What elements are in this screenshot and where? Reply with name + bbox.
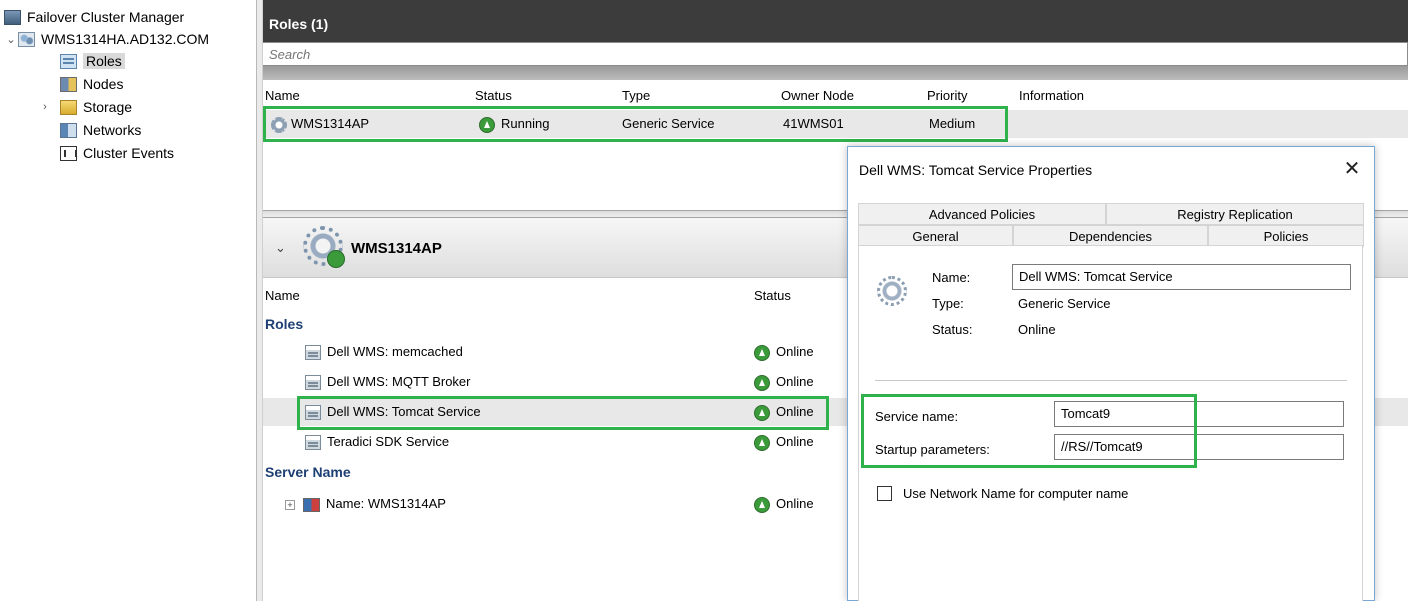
details-title: WMS1314AP [351,240,442,257]
service-gear-icon [877,276,907,306]
column-header-priority[interactable]: Priority [927,88,967,103]
column-header-type[interactable]: Type [622,88,650,103]
tree-item-label: Networks [83,122,142,138]
highlight-box [861,394,1197,468]
chevron-down-icon[interactable]: ⌄ [4,33,18,46]
tree-item-label: Cluster Events [83,145,175,161]
close-icon[interactable]: ✕ [1338,155,1366,183]
tree-item-label: Storage [83,99,133,115]
general-tab-panel: Name: Dell WMS: Tomcat Service Type: Gen… [858,245,1363,601]
online-icon [754,434,770,451]
type-label: Type: [932,296,964,311]
status-badge [327,250,345,268]
type-value: Generic Service [1018,296,1111,311]
separator [875,380,1347,381]
resource-icon [305,345,321,361]
tree-item-label: Nodes [83,76,124,92]
column-header-owner-node[interactable]: Owner Node [781,88,854,103]
network-name-icon [303,497,320,512]
dialog-title: Dell WMS: Tomcat Service Properties [859,162,1093,178]
vertical-splitter[interactable] [256,0,263,601]
column-header-status[interactable]: Status [754,288,791,303]
tab-dependencies[interactable]: Dependencies [1013,225,1208,247]
tree-item-networks[interactable]: Networks [60,119,141,141]
tree-item-cluster-events[interactable]: Cluster Events [60,142,174,164]
online-icon [754,374,770,391]
roles-header: Roles (1) [263,0,1408,42]
search-input[interactable] [263,43,1407,65]
column-header-information[interactable]: Information [1019,88,1084,103]
roles-icon [60,53,77,69]
navigation-tree: Failover Cluster Manager ⌄ WMS1314HA.AD1… [0,0,256,601]
tab-registry-replication[interactable]: Registry Replication [1106,203,1364,225]
tree-cluster-label: WMS1314HA.AD132.COM [41,31,210,47]
tree-item-storage[interactable]: › Storage [38,96,132,118]
resource-icon [305,435,321,451]
roles-table-header: Name Status Type Owner Node Priority Inf… [263,84,1408,106]
column-header-status[interactable]: Status [475,88,512,103]
use-network-name-checkbox[interactable] [877,486,892,501]
resource-icon [305,375,321,391]
status-label: Status: [932,322,973,337]
cluster-icon [18,31,35,47]
tree-item-roles[interactable]: Roles [60,50,125,72]
tree-cluster[interactable]: ⌄ WMS1314HA.AD132.COM [4,28,209,50]
search-bar [263,42,1408,66]
tab-general[interactable]: General [858,225,1013,247]
tree-item-nodes[interactable]: Nodes [60,73,123,95]
properties-dialog: Dell WMS: Tomcat Service Properties ✕ Ad… [847,146,1375,601]
failover-cluster-manager-icon [4,9,21,25]
storage-icon [60,99,77,115]
expand-icon[interactable]: + [285,499,295,510]
online-icon [754,496,770,513]
column-header-name[interactable]: Name [265,288,300,303]
cluster-events-icon [60,145,77,161]
use-network-name-label: Use Network Name for computer name [903,486,1129,501]
tab-policies[interactable]: Policies [1208,225,1364,247]
tab-advanced-policies[interactable]: Advanced Policies [858,203,1106,225]
online-icon [754,344,770,361]
chevron-right-icon[interactable]: › [38,101,52,113]
column-header-name[interactable]: Name [265,88,300,103]
highlight-box [263,106,1008,142]
role-gear-icon [303,226,345,268]
toolbar-band [263,66,1408,80]
name-label: Name: [932,270,971,285]
chevron-down-icon[interactable]: ⌄ [275,240,286,256]
nodes-icon [60,76,77,92]
networks-icon [60,122,77,138]
tree-item-label: Roles [83,53,125,69]
tree-root[interactable]: Failover Cluster Manager [4,6,184,28]
tree-root-label: Failover Cluster Manager [27,9,185,25]
name-field[interactable]: Dell WMS: Tomcat Service [1012,264,1351,290]
status-value: Online [1018,322,1056,337]
highlight-box [297,396,829,430]
